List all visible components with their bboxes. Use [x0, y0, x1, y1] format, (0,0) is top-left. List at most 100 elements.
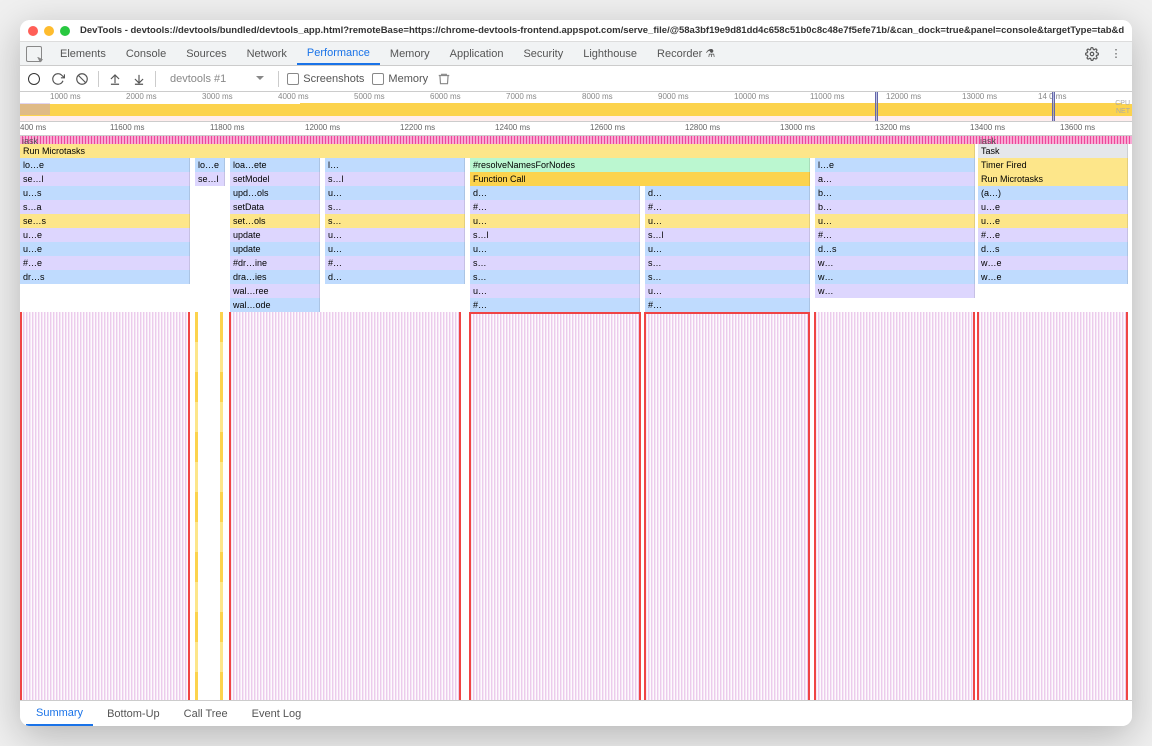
bar[interactable]: s…	[325, 200, 465, 214]
tab-memory[interactable]: Memory	[380, 42, 440, 65]
bar[interactable]: #…	[645, 200, 810, 214]
bar[interactable]: u…	[470, 242, 640, 256]
bar[interactable]: u…	[645, 242, 810, 256]
tab-performance[interactable]: Performance	[297, 42, 380, 65]
bar[interactable]: loa…ete	[230, 158, 320, 172]
bar[interactable]: dra…ies	[230, 270, 320, 284]
detail-ruler[interactable]: 400 ms11600 ms11800 ms12000 ms12200 ms12…	[20, 122, 1132, 136]
bar[interactable]: w…	[815, 284, 975, 298]
settings-icon[interactable]	[1084, 46, 1100, 62]
bar[interactable]: u…	[325, 242, 465, 256]
bar[interactable]: s…a	[20, 200, 190, 214]
bar[interactable]: s…	[645, 256, 810, 270]
flame-graph[interactable]	[20, 312, 1132, 700]
bar[interactable]: l…e	[815, 158, 975, 172]
bar[interactable]: d…s	[978, 242, 1128, 256]
overview-ruler[interactable]: 1000 ms2000 ms3000 ms4000 ms5000 ms6000 …	[20, 92, 1132, 122]
btab-bottom-up[interactable]: Bottom-Up	[97, 701, 170, 726]
tab-console[interactable]: Console	[116, 42, 176, 65]
bar[interactable]: #…	[470, 200, 640, 214]
bar[interactable]: b…	[815, 200, 975, 214]
tab-elements[interactable]: Elements	[50, 42, 116, 65]
tab-application[interactable]: Application	[440, 42, 514, 65]
bar[interactable]: set…ols	[230, 214, 320, 228]
bar[interactable]: w…e	[978, 256, 1128, 270]
bar[interactable]: u…	[325, 228, 465, 242]
bar[interactable]: u…e	[978, 214, 1128, 228]
bar[interactable]: d…s	[815, 242, 975, 256]
bar[interactable]: #…	[645, 298, 810, 312]
bar[interactable]: se…s	[20, 214, 190, 228]
bar[interactable]: #…	[815, 228, 975, 242]
bar-task[interactable]: Task	[978, 144, 1128, 158]
bar[interactable]: s…l	[470, 228, 640, 242]
bar[interactable]: a…	[815, 172, 975, 186]
bar[interactable]: s…	[325, 214, 465, 228]
upload-button[interactable]	[107, 71, 123, 87]
inspect-element-icon[interactable]	[26, 46, 42, 62]
close-window-button[interactable]	[28, 26, 38, 36]
bar[interactable]: wal…ree	[230, 284, 320, 298]
bar[interactable]: w…e	[978, 270, 1128, 284]
bar[interactable]: s…	[470, 270, 640, 284]
bar[interactable]: #dr…ine	[230, 256, 320, 270]
overview-handle-right[interactable]	[1052, 92, 1055, 121]
bar[interactable]: (a…)	[978, 186, 1128, 200]
bar[interactable]: dr…s	[20, 270, 190, 284]
bar-run-micro-right[interactable]: Run Microtasks	[978, 172, 1128, 186]
bar[interactable]: s…l	[645, 228, 810, 242]
bar-resolve-names[interactable]: #resolveNamesForNodes	[470, 158, 810, 172]
bar[interactable]: b…	[815, 186, 975, 200]
bar[interactable]: setModel	[230, 172, 320, 186]
bar[interactable]: u…	[325, 186, 465, 200]
reload-button[interactable]	[50, 71, 66, 87]
bar[interactable]: l…	[325, 158, 465, 172]
bar[interactable]: #…	[325, 256, 465, 270]
memory-checkbox[interactable]: Memory	[372, 73, 428, 85]
bar[interactable]: update	[230, 228, 320, 242]
minimize-window-button[interactable]	[44, 26, 54, 36]
session-select[interactable]: devtools #1	[164, 71, 270, 87]
bar-run-microtasks[interactable]: Run Microtasks	[20, 144, 975, 158]
bar[interactable]: s…	[470, 256, 640, 270]
btab-event-log[interactable]: Event Log	[242, 701, 312, 726]
bar[interactable]: u…	[645, 214, 810, 228]
bar[interactable]: u…	[645, 284, 810, 298]
bar[interactable]: #…	[470, 298, 640, 312]
bar[interactable]: setData	[230, 200, 320, 214]
tab-security[interactable]: Security	[513, 42, 573, 65]
bar[interactable]: se…l	[20, 172, 190, 186]
bar[interactable]: update	[230, 242, 320, 256]
bar[interactable]: s…	[645, 270, 810, 284]
tab-lighthouse[interactable]: Lighthouse	[573, 42, 647, 65]
bar[interactable]: u…s	[20, 186, 190, 200]
bar[interactable]: u…e	[20, 242, 190, 256]
maximize-window-button[interactable]	[60, 26, 70, 36]
bar[interactable]: u…e	[978, 200, 1128, 214]
bar[interactable]: se…l	[195, 172, 225, 186]
bar[interactable]: w…	[815, 270, 975, 284]
bar[interactable]: u…	[470, 284, 640, 298]
record-button[interactable]	[26, 71, 42, 87]
bar[interactable]: wal…ode	[230, 298, 320, 312]
more-icon[interactable]: ⋮	[1108, 46, 1124, 62]
bar[interactable]: d…	[470, 186, 640, 200]
bar-function-call[interactable]: Function Call	[470, 172, 810, 186]
clear-button[interactable]	[74, 71, 90, 87]
btab-summary[interactable]: Summary	[26, 701, 93, 726]
bar[interactable]: d…	[645, 186, 810, 200]
tab-recorder[interactable]: Recorder ⚗	[647, 42, 725, 65]
bar[interactable]: #…e	[978, 228, 1128, 242]
btab-call-tree[interactable]: Call Tree	[174, 701, 238, 726]
download-button[interactable]	[131, 71, 147, 87]
bar[interactable]: #…e	[20, 256, 190, 270]
trash-icon[interactable]	[436, 71, 452, 87]
tab-sources[interactable]: Sources	[176, 42, 236, 65]
bar[interactable]: w…	[815, 256, 975, 270]
tab-network[interactable]: Network	[237, 42, 297, 65]
bar[interactable]: u…	[815, 214, 975, 228]
bar[interactable]: lo…e	[195, 158, 225, 172]
bar[interactable]: lo…e	[20, 158, 190, 172]
bar-timer-fired[interactable]: Timer Fired	[978, 158, 1128, 172]
bar[interactable]: upd…ols	[230, 186, 320, 200]
